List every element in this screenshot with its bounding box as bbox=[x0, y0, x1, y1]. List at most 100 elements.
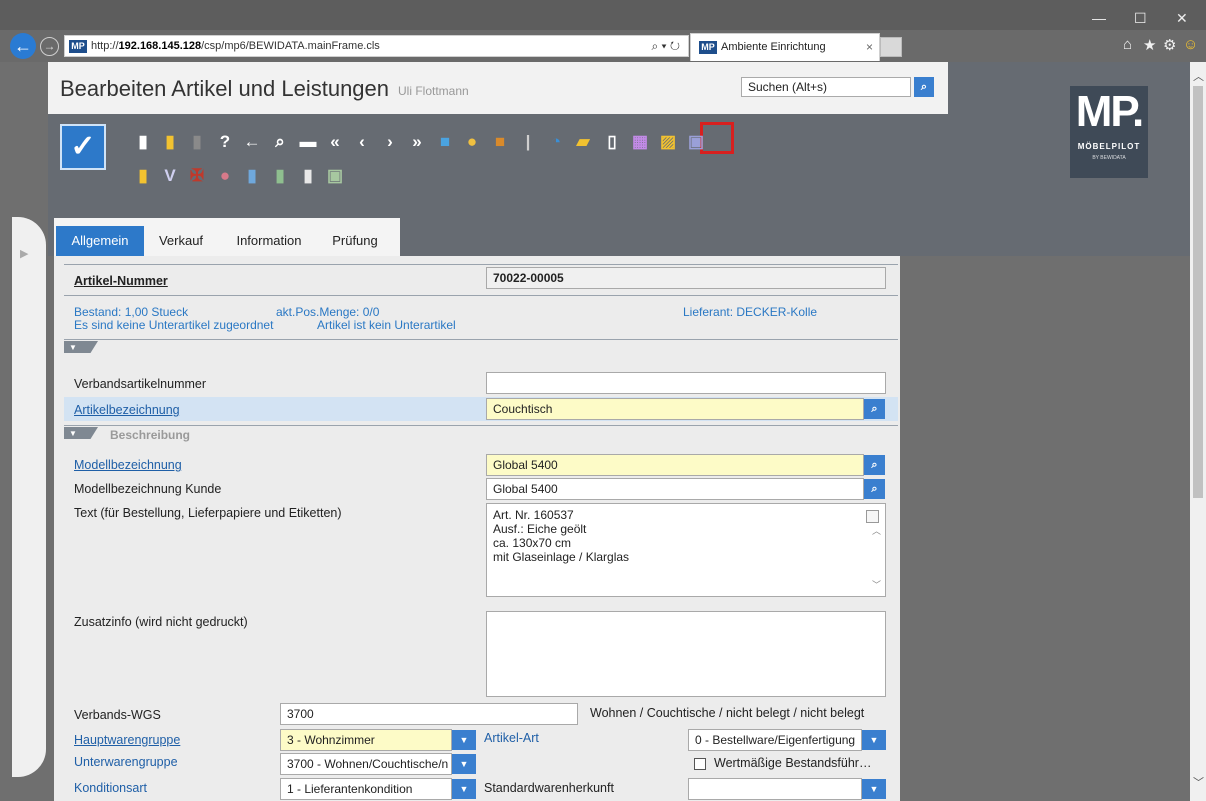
open-icon[interactable]: ▮ bbox=[158, 130, 182, 154]
artikel-art-select[interactable]: 0 - Bestellware/Eigenfertigung bbox=[688, 729, 862, 751]
edit-box-icon[interactable] bbox=[866, 510, 879, 523]
pie-icon[interactable]: ◔ bbox=[544, 130, 568, 154]
chevron-down-icon[interactable]: ▼ bbox=[862, 779, 886, 799]
site-favicon-icon: MP bbox=[69, 40, 87, 53]
hauptwarengruppe-select[interactable]: 3 - Wohnzimmer bbox=[280, 729, 452, 751]
konditionsart-label[interactable]: Konditionsart bbox=[74, 781, 147, 795]
unterwarengruppe-label[interactable]: Unterwarengruppe bbox=[74, 755, 178, 769]
print-icon[interactable]: ▬ bbox=[296, 130, 320, 154]
calendar-30-icon[interactable]: ▣ bbox=[684, 130, 708, 154]
tab-close-icon[interactable]: × bbox=[866, 40, 873, 54]
save-check-button[interactable]: ✓ bbox=[60, 124, 106, 170]
wertmaessige-checkbox[interactable] bbox=[694, 758, 706, 770]
first-icon[interactable]: « bbox=[323, 130, 347, 154]
pos-menge-info: akt.Pos.Menge: 0/0 bbox=[276, 305, 380, 319]
sidebar-handle[interactable]: ▶ bbox=[12, 217, 46, 777]
browser-tab[interactable]: MP Ambiente Einrichtung × bbox=[690, 33, 880, 61]
modellbezeichnung-label[interactable]: Modellbezeichnung bbox=[74, 458, 182, 472]
verbands-wgs-label: Verbands-WGS bbox=[74, 708, 161, 722]
articles-icon[interactable]: ■ bbox=[433, 130, 457, 154]
chevron-down-icon[interactable]: ﹀ bbox=[872, 578, 881, 592]
tab-bar: Allgemein Verkauf Information Prüfung bbox=[48, 212, 1190, 256]
scroll-down-icon[interactable]: ﹀ bbox=[1193, 774, 1204, 790]
minimize-icon[interactable]: — bbox=[1092, 10, 1106, 26]
close-window-icon[interactable]: ✕ bbox=[1176, 10, 1188, 27]
unterwarengruppe-select[interactable]: 3700 - Wohnen/Couchtische/n bbox=[280, 753, 452, 775]
tape-icon[interactable]: ▰ bbox=[571, 130, 595, 154]
tab-verkauf[interactable]: Verkauf bbox=[144, 226, 218, 256]
ball-icon[interactable]: ● bbox=[213, 164, 237, 188]
delete-icon[interactable]: ▮ bbox=[185, 130, 209, 154]
last-icon[interactable]: » bbox=[405, 130, 429, 154]
section-toggle-icon[interactable]: ▼ bbox=[64, 341, 98, 353]
scrollbar-thumb[interactable] bbox=[1193, 86, 1203, 498]
chevron-right-icon: ▶ bbox=[20, 248, 29, 260]
favorites-icon[interactable]: ★ bbox=[1143, 36, 1156, 54]
address-url[interactable]: http://192.168.145.128/csp/mp6/BEWIDATA.… bbox=[91, 40, 380, 52]
chevron-down-icon[interactable]: ▼ bbox=[452, 779, 476, 799]
chevron-up-icon[interactable]: ︿ bbox=[872, 524, 881, 538]
search-input[interactable]: Suchen (Alt+s) bbox=[741, 77, 911, 97]
modellbezeichnung-lookup-icon[interactable]: ⌕ bbox=[864, 455, 885, 475]
folder-green-icon[interactable]: ▮ bbox=[268, 164, 292, 188]
hauptwarengruppe-label[interactable]: Hauptwarengruppe bbox=[74, 733, 180, 747]
screw-icon[interactable]: | bbox=[516, 130, 540, 154]
modellbezeichnung-kunde-input[interactable]: Global 5400 bbox=[486, 478, 864, 500]
standardwarenherkunft-label: Standardwarenherkunft bbox=[484, 781, 614, 795]
modellbezeichnung-input[interactable]: Global 5400 bbox=[486, 454, 864, 476]
coins-icon[interactable]: ● bbox=[460, 130, 484, 154]
folder-blue-icon[interactable]: ▮ bbox=[240, 164, 264, 188]
lieferant-info: Lieferant: DECKER-Kolle bbox=[683, 305, 818, 319]
scroll-up-icon[interactable]: ︿ bbox=[1193, 68, 1204, 84]
doc-add-icon[interactable]: ▯ bbox=[600, 130, 624, 154]
page-viewport: ▶ ︿ ﹀ Bearbeiten Artikel und Leistungen … bbox=[0, 62, 1206, 801]
verbandsartikelnummer-input[interactable] bbox=[486, 372, 886, 394]
calendar-icon[interactable]: ▦ bbox=[628, 130, 652, 154]
settings-gear-icon[interactable]: ⚙ bbox=[1163, 36, 1176, 54]
address-controls[interactable]: ⌕ ▾ ↻ bbox=[651, 39, 680, 54]
flag-icon[interactable]: ✠ bbox=[185, 164, 209, 188]
chevron-down-icon[interactable]: ▼ bbox=[452, 730, 476, 750]
verbandsartikelnummer-label: Verbandsartikelnummer bbox=[74, 377, 207, 391]
konditionsart-select[interactable]: 1 - Lieferantenkondition bbox=[280, 778, 452, 800]
translate-icon[interactable]: ▣ bbox=[323, 164, 347, 188]
new-icon[interactable]: ▮ bbox=[131, 130, 155, 154]
help-icon[interactable]: ? bbox=[213, 130, 237, 154]
tab-pruefung[interactable]: Prüfung bbox=[318, 226, 392, 256]
divider bbox=[64, 339, 898, 340]
tab-information[interactable]: Information bbox=[224, 226, 314, 256]
zusatzinfo-label: Zusatzinfo (wird nicht gedruckt) bbox=[74, 615, 248, 629]
home-icon[interactable]: ⌂ bbox=[1123, 36, 1132, 53]
article-form: Artikel-Nummer 70022-00005 Bestand: 1,00… bbox=[54, 256, 900, 801]
smiley-icon[interactable]: ☺ bbox=[1183, 36, 1198, 53]
address-bar[interactable]: MP http://192.168.145.128/csp/mp6/BEWIDA… bbox=[64, 35, 689, 57]
artikel-art-label[interactable]: Artikel-Art bbox=[484, 731, 539, 745]
box-icon[interactable]: ■ bbox=[488, 130, 512, 154]
standardwarenherkunft-select[interactable] bbox=[688, 778, 862, 800]
note-icon[interactable]: ▨ bbox=[656, 130, 680, 154]
prev-icon[interactable]: ‹ bbox=[350, 130, 374, 154]
back-icon[interactable]: ← bbox=[240, 130, 264, 154]
verbands-wgs-input[interactable]: 3700 bbox=[280, 703, 578, 725]
search-button-icon[interactable]: ⌕ bbox=[914, 77, 934, 97]
modellbezeichnung-kunde-lookup-icon[interactable]: ⌕ bbox=[864, 479, 885, 499]
zusatzinfo-textarea[interactable] bbox=[486, 611, 886, 697]
chevron-down-icon[interactable]: ▼ bbox=[452, 754, 476, 774]
artikelbezeichnung-label[interactable]: Artikelbezeichnung bbox=[74, 403, 180, 417]
chevron-down-icon[interactable]: ▼ bbox=[862, 730, 886, 750]
maximize-icon[interactable]: ☐ bbox=[1134, 10, 1147, 27]
vertical-scrollbar[interactable]: ︿ ﹀ bbox=[1190, 62, 1206, 801]
doc-hand-icon[interactable]: ▮ bbox=[296, 164, 320, 188]
folder-tool-icon[interactable]: ▮ bbox=[131, 164, 155, 188]
tab-allgemein[interactable]: Allgemein bbox=[56, 226, 144, 256]
forward-arrow-icon[interactable]: → bbox=[40, 37, 59, 56]
new-tab-button[interactable] bbox=[880, 37, 902, 57]
section-toggle-icon[interactable]: ▼ bbox=[64, 427, 98, 439]
text-textarea[interactable]: Art. Nr. 160537 Ausf.: Eiche geölt ca. 1… bbox=[486, 503, 886, 597]
search-icon[interactable]: ⌕ bbox=[268, 130, 292, 154]
v-icon[interactable]: V bbox=[158, 164, 182, 188]
next-icon[interactable]: › bbox=[378, 130, 402, 154]
back-arrow-icon[interactable]: ← bbox=[10, 33, 36, 59]
artikelbezeichnung-input[interactable]: Couchtisch bbox=[486, 398, 864, 420]
artikelbezeichnung-lookup-icon[interactable]: ⌕ bbox=[864, 399, 885, 419]
